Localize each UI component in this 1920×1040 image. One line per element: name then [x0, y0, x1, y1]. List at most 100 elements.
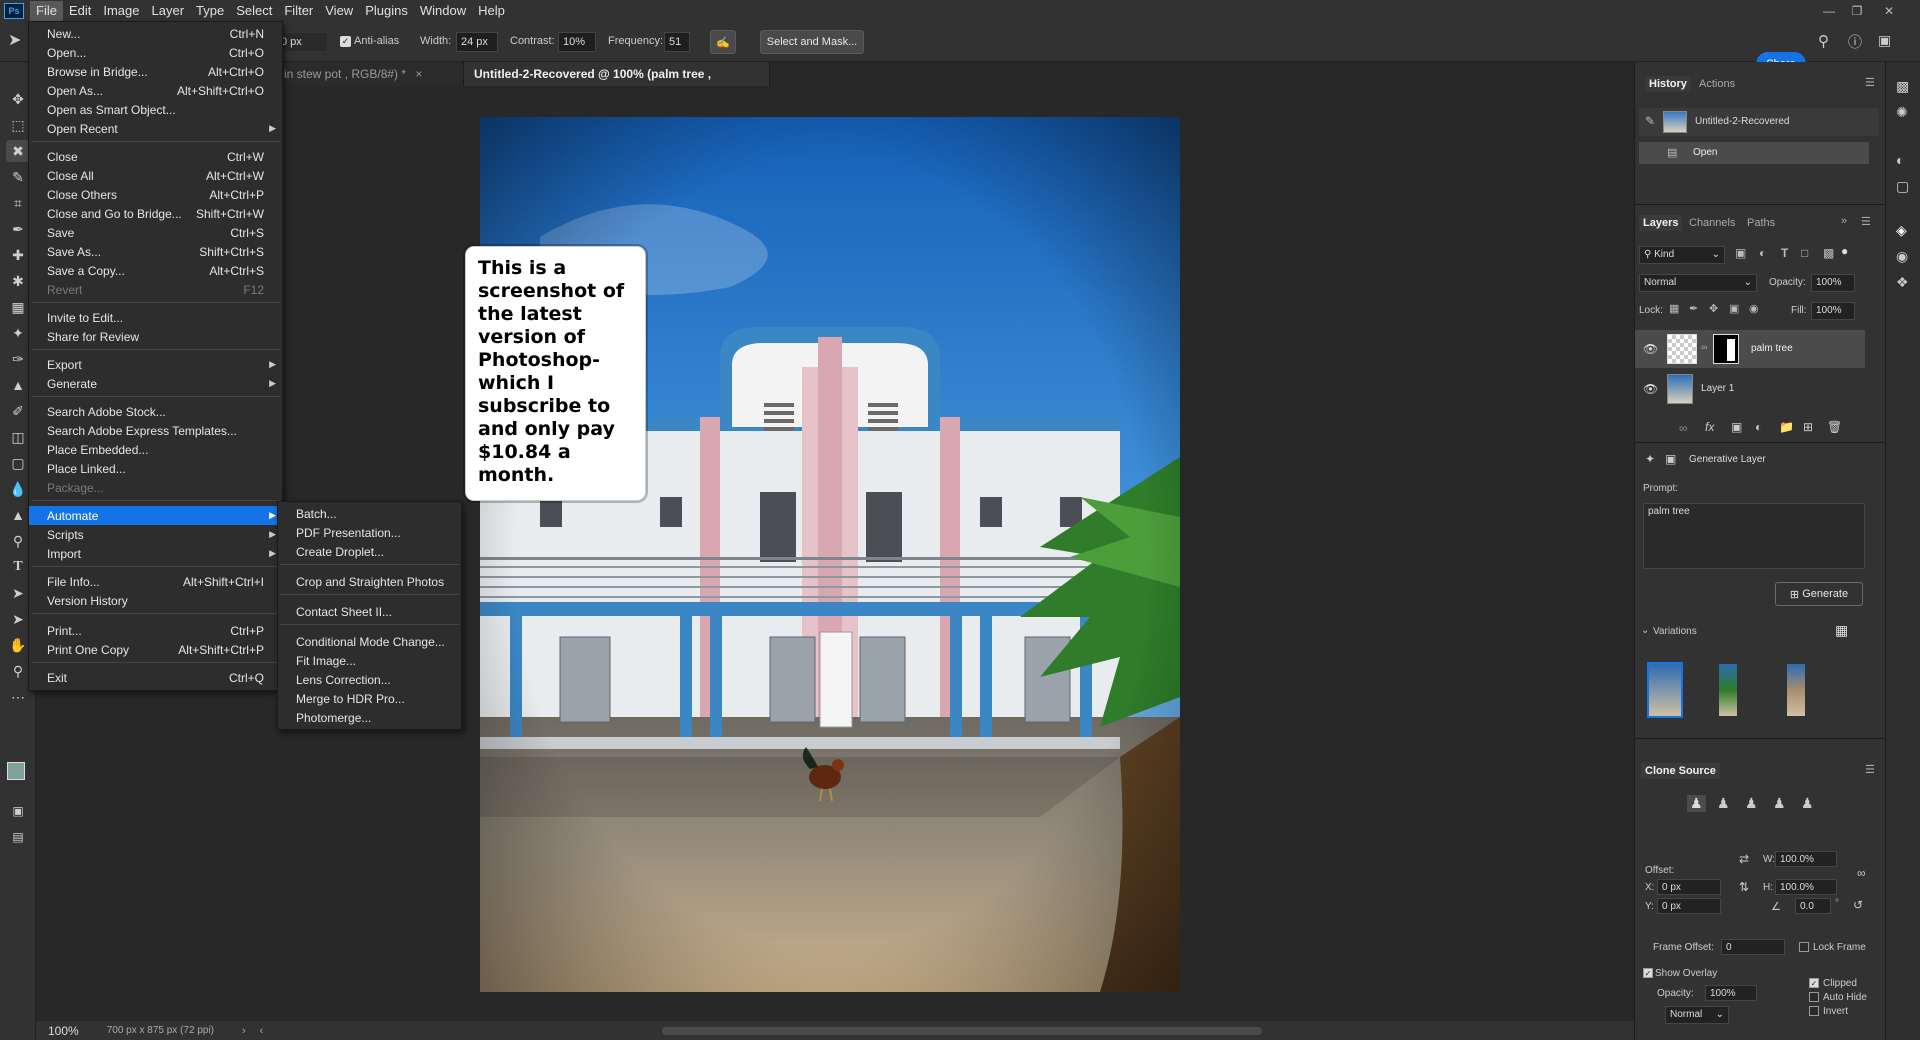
new-layer-icon[interactable]: ⊞ [1803, 420, 1813, 434]
patch-tool-icon[interactable]: ▦ [6, 296, 30, 318]
layer-filter-kind[interactable]: ⚲ Kind ⌄ [1639, 246, 1725, 264]
collapse-panel-icon[interactable]: » [1841, 215, 1847, 227]
fx-icon[interactable]: fx [1705, 420, 1714, 434]
invert-checkbox[interactable] [1809, 1006, 1819, 1016]
menu-item-export[interactable]: Export ▶ [29, 355, 282, 374]
foreground-color-swatch[interactable] [7, 762, 25, 780]
eraser-tool-icon[interactable]: ◫ [6, 426, 30, 448]
healing-brush-tool-icon[interactable]: ✱ [6, 270, 30, 292]
fill-input[interactable]: 100% [1811, 302, 1855, 320]
menu-item-place-linked[interactable]: Place Linked... [29, 459, 282, 478]
prompt-textarea[interactable]: palm tree [1643, 503, 1865, 569]
menu-item-file-info[interactable]: File Info... Alt+Shift+Ctrl+I [29, 572, 282, 591]
flip-horizontal-icon[interactable]: ⇄ [1739, 852, 1749, 866]
clone-source-5-icon[interactable]: ♟ [1801, 795, 1814, 812]
layers-icon[interactable]: ◈ [1896, 222, 1907, 239]
layers-menu-icon[interactable]: ☰ [1861, 215, 1871, 228]
close-window-icon[interactable]: ✕ [1872, 0, 1906, 22]
contrast-input[interactable]: 10% [558, 32, 596, 52]
height-scale-input[interactable]: 100.0% [1775, 879, 1837, 895]
quick-select-tool-icon[interactable]: ✎ [6, 166, 30, 188]
clone-source-1-icon[interactable]: ♟ [1687, 795, 1706, 812]
clone-source-title[interactable]: Clone Source [1641, 763, 1720, 779]
tab-document-1[interactable]: in stew pot , RGB/8#) * × [274, 62, 464, 86]
menu-item-create-droplet[interactable]: Create Droplet... [278, 542, 461, 561]
tab-layers[interactable]: Layers [1639, 215, 1683, 231]
menu-item-search-stock[interactable]: Search Adobe Stock... [29, 402, 282, 421]
clone-source-2-icon[interactable]: ♟ [1717, 795, 1730, 812]
menu-item-contact-sheet[interactable]: Contact Sheet II... [278, 602, 461, 621]
overlay-mode-select[interactable]: Normal ⌄ [1665, 1006, 1729, 1024]
color-icon[interactable]: ◐ [1896, 152, 1904, 168]
chain-link-icon[interactable]: ∞ [1701, 342, 1707, 352]
swatches-icon[interactable]: ▢ [1896, 178, 1909, 195]
filter-shape-icon[interactable]: □ [1801, 246, 1808, 260]
menu-item-close[interactable]: Close Ctrl+W [29, 147, 282, 166]
panel-menu-icon[interactable]: ☰ [1865, 763, 1875, 776]
path-select-tool-icon[interactable]: ➤ [6, 582, 30, 604]
menu-help[interactable]: Help [472, 1, 511, 21]
menu-item-share-review[interactable]: Share for Review [29, 327, 282, 346]
variation-thumbnail[interactable] [1787, 664, 1805, 716]
close-tab-icon[interactable]: × [415, 67, 422, 81]
menu-item-exit[interactable]: Exit Ctrl+Q [29, 668, 282, 687]
overlay-opacity-input[interactable]: 100% [1705, 985, 1757, 1001]
menu-item-import[interactable]: Import ▶ [29, 544, 282, 563]
brush-tool-icon[interactable]: ✑ [6, 348, 30, 370]
menu-filter[interactable]: Filter [278, 1, 319, 21]
menu-plugins[interactable]: Plugins [359, 1, 414, 21]
menu-item-version-history[interactable]: Version History [29, 591, 282, 610]
add-mask-icon[interactable]: ▣ [1731, 420, 1742, 434]
history-brush-source-icon[interactable]: ✎ [1645, 114, 1655, 128]
menu-item-photomerge[interactable]: Photomerge... [278, 708, 461, 727]
dodge-tool-icon[interactable]: ▲ [6, 504, 30, 526]
menu-item-fit-image[interactable]: Fit Image... [278, 651, 461, 670]
layer-name[interactable]: palm tree [1751, 343, 1793, 354]
group-folder-icon[interactable]: 📁 [1779, 420, 1794, 434]
link-layers-icon[interactable]: ∞ [1679, 421, 1688, 435]
clone-stamp-tool-icon[interactable]: ▲ [6, 374, 30, 396]
history-brush-tool-icon[interactable]: ✐ [6, 400, 30, 422]
variation-thumbnail[interactable] [1647, 662, 1683, 718]
chevron-right-icon[interactable]: › [242, 1025, 246, 1037]
menu-item-close-others[interactable]: Close Others Alt+Ctrl+P [29, 185, 282, 204]
history-snapshot[interactable]: ✎ Untitled-2-Recovered [1639, 108, 1879, 136]
stylus-pressure-icon[interactable]: ✍ [710, 30, 736, 54]
clone-source-4-icon[interactable]: ♟ [1773, 795, 1786, 812]
filter-type-icon[interactable]: T [1781, 246, 1788, 260]
chevron-left-icon[interactable]: ‹ [260, 1025, 264, 1037]
menu-item-open-recent[interactable]: Open Recent ▶ [29, 119, 282, 138]
reset-transform-icon[interactable]: ↺ [1853, 898, 1863, 912]
menu-item-close-all[interactable]: Close All Alt+Ctrl+W [29, 166, 282, 185]
menu-item-place-embedded[interactable]: Place Embedded... [29, 440, 282, 459]
antialias-checkbox[interactable]: ✓ [340, 36, 351, 47]
menu-item-browse-bridge[interactable]: Browse in Bridge... Alt+Ctrl+O [29, 62, 282, 81]
flip-vertical-icon[interactable]: ⇅ [1739, 880, 1749, 894]
zoom-tool-icon[interactable]: ⚲ [6, 660, 30, 682]
tab-document-2[interactable]: Untitled-2-Recovered @ 100% (palm tree ,… [464, 62, 770, 105]
more-tools-icon[interactable]: ⋯ [6, 686, 30, 708]
eyedropper-tool-icon[interactable]: ✒ [6, 218, 30, 240]
frequency-input[interactable]: 51 [664, 32, 690, 52]
menu-item-open[interactable]: Open... Ctrl+O [29, 43, 282, 62]
menu-item-print[interactable]: Print... Ctrl+P [29, 621, 282, 640]
crop-tool-icon[interactable]: ⌗ [6, 192, 30, 214]
menu-item-lens-correction[interactable]: Lens Correction... [278, 670, 461, 689]
clone-source-3-icon[interactable]: ♟ [1745, 795, 1758, 812]
menu-item-generate[interactable]: Generate ▶ [29, 374, 282, 393]
hand-tool-icon[interactable]: ✋ [6, 634, 30, 656]
opacity-input[interactable]: 100% [1811, 274, 1855, 292]
menu-item-save[interactable]: Save Ctrl+S [29, 223, 282, 242]
menu-type[interactable]: Type [190, 1, 230, 21]
menu-item-invite-edit[interactable]: Invite to Edit... [29, 308, 282, 327]
tab-channels[interactable]: Channels [1689, 217, 1735, 229]
chevron-down-icon[interactable]: ⌄ [1641, 625, 1649, 636]
visibility-eye-icon[interactable]: 👁 [1643, 382, 1658, 396]
layer-row[interactable]: 👁 ∞ palm tree [1635, 330, 1865, 368]
channels-icon[interactable]: ◉ [1896, 248, 1908, 265]
menu-item-print-one-copy[interactable]: Print One Copy Alt+Shift+Ctrl+P [29, 640, 282, 659]
menu-item-open-smart-object[interactable]: Open as Smart Object... [29, 100, 282, 119]
menu-item-batch[interactable]: Batch... [278, 504, 461, 523]
grid-view-icon[interactable]: ▦ [1835, 622, 1848, 639]
marquee-tool-icon[interactable]: ⬚ [6, 114, 30, 136]
